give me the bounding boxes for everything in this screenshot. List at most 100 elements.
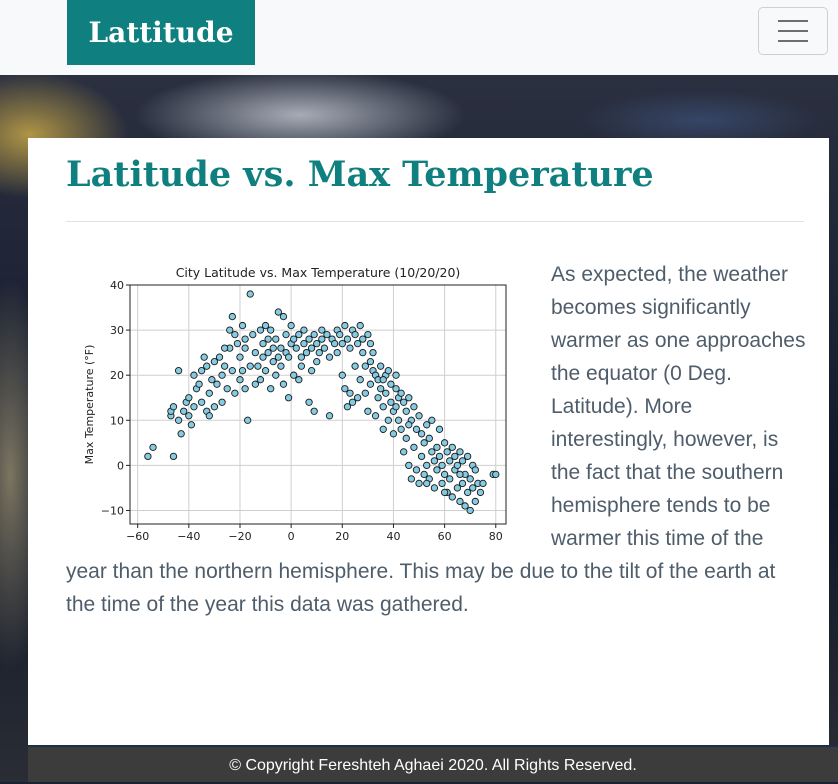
data-point — [261, 321, 270, 330]
data-point — [405, 394, 413, 402]
y-tick-label: 20 — [110, 369, 124, 382]
data-point — [287, 321, 295, 330]
data-point — [492, 470, 500, 479]
y-tick-label: 40 — [110, 279, 124, 292]
data-point — [410, 403, 418, 411]
data-point — [244, 416, 252, 424]
data-point — [318, 326, 326, 334]
data-point — [254, 362, 262, 370]
data-point — [405, 421, 413, 429]
data-point — [471, 497, 479, 506]
data-point — [476, 488, 485, 497]
data-point — [440, 439, 449, 447]
data-point — [205, 412, 213, 420]
data-point — [463, 488, 472, 497]
data-point — [325, 353, 334, 361]
data-point — [218, 398, 226, 406]
hamburger-menu-icon — [778, 20, 808, 22]
data-point — [251, 380, 259, 388]
data-point — [458, 457, 467, 465]
data-point — [440, 488, 449, 497]
data-point — [453, 484, 462, 492]
data-point — [210, 358, 219, 366]
data-point — [417, 452, 426, 461]
data-point — [295, 376, 303, 384]
data-point — [226, 326, 234, 334]
data-point — [290, 335, 298, 343]
data-point — [277, 362, 285, 370]
footer: © Copyright Fereshteh Aghaei 2020. All R… — [28, 745, 838, 782]
data-point — [269, 358, 277, 366]
data-point — [259, 339, 267, 348]
navbar-brand[interactable]: Lattitude — [67, 0, 255, 65]
navbar-toggle-button[interactable] — [758, 7, 828, 55]
data-point — [241, 385, 249, 393]
y-tick-label: 10 — [110, 414, 124, 427]
data-point — [348, 398, 357, 406]
data-point — [346, 389, 354, 397]
data-point — [218, 371, 226, 379]
scatter-chart: −60 −40 −20 0 20 40 60 80 −10 0 10 20 30 40 City Latit… — [73, 258, 508, 546]
data-point — [377, 385, 385, 393]
data-point — [305, 398, 313, 406]
hamburger-menu-icon-bar — [778, 30, 808, 32]
data-point — [310, 330, 318, 339]
data-point — [428, 416, 436, 424]
data-point — [323, 330, 331, 339]
data-point — [446, 457, 454, 465]
data-point — [315, 348, 323, 357]
x-tick-label: 20 — [335, 530, 349, 543]
data-point — [279, 312, 288, 321]
data-point — [387, 398, 395, 406]
data-point — [440, 470, 449, 479]
data-point — [261, 367, 270, 375]
data-point — [374, 394, 382, 402]
data-point — [174, 367, 183, 375]
y-tick-label: 30 — [110, 324, 124, 337]
content-card: Latitude vs. Max Temperature −60 −40 −20 0 2… — [28, 138, 829, 745]
data-point — [203, 362, 211, 370]
data-point — [300, 326, 308, 334]
data-point — [333, 348, 341, 357]
data-point — [366, 358, 375, 366]
data-point — [361, 389, 369, 397]
data-point — [453, 461, 462, 470]
data-point — [402, 434, 410, 442]
data-point — [423, 479, 431, 488]
data-point — [300, 339, 308, 348]
data-point — [387, 380, 395, 388]
data-point — [389, 430, 398, 438]
data-point — [435, 425, 444, 433]
data-point — [469, 484, 477, 492]
data-point — [341, 321, 349, 330]
data-point — [456, 448, 464, 456]
x-tick-label: 40 — [386, 530, 400, 543]
data-point — [187, 421, 196, 429]
copyright-text: © Copyright Fereshteh Aghaei 2020. All R… — [229, 757, 637, 774]
data-point — [379, 403, 387, 411]
data-point — [366, 339, 375, 348]
data-point — [346, 344, 354, 352]
data-point — [443, 448, 451, 456]
data-point — [384, 367, 392, 375]
data-point — [433, 443, 441, 451]
data-point — [238, 321, 247, 330]
data-point — [190, 403, 198, 411]
y-tick-label: −10 — [101, 504, 124, 517]
data-point — [438, 461, 446, 470]
data-point — [313, 358, 321, 366]
data-point — [407, 475, 416, 483]
data-point — [307, 367, 316, 375]
data-point — [320, 344, 329, 352]
data-point — [169, 403, 178, 411]
data-point — [351, 330, 359, 339]
data-point — [400, 398, 408, 406]
data-point — [379, 376, 387, 384]
data-point — [438, 479, 446, 488]
data-point — [297, 353, 306, 361]
article: −60 −40 −20 0 20 40 60 80 −10 0 10 20 30 40 City Latit… — [66, 258, 806, 621]
data-point — [448, 493, 456, 501]
data-point — [292, 344, 300, 352]
data-point — [208, 376, 216, 384]
data-point — [415, 479, 423, 488]
